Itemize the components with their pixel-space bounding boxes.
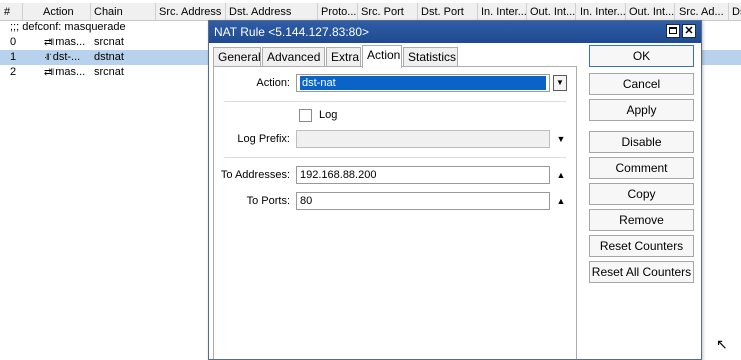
column-header-dst-address-list[interactable]: Ds (728, 3, 741, 21)
row-number: 2 (10, 66, 17, 78)
to-ports-input[interactable]: 80 (296, 192, 550, 210)
maximize-icon[interactable] (666, 24, 680, 38)
dialog-tabs: General Advanced Extra Action Statistics (213, 45, 585, 68)
column-header-number[interactable]: # (0, 3, 23, 21)
rule-comment: ;;; defconf: masquerade (10, 21, 126, 33)
column-header-src-address-list[interactable]: Src. Ad... (675, 3, 729, 21)
log-checkbox[interactable] (299, 109, 312, 122)
row-action: ⇄‖ mas... (44, 66, 86, 78)
tab-statistics[interactable]: Statistics (403, 47, 458, 67)
action-select[interactable]: dst-nat (296, 74, 550, 92)
column-header-action[interactable]: Action (39, 3, 91, 21)
nat-rule-dialog: NAT Rule <5.144.127.83:80> ✕ General Adv… (208, 20, 702, 360)
tab-action[interactable]: Action (362, 45, 402, 68)
row-chain: srcnat (94, 36, 124, 48)
tab-general[interactable]: General (213, 47, 261, 67)
log-prefix-input[interactable] (296, 130, 550, 148)
to-ports-label: To Ports: (246, 195, 290, 207)
reset-counters-button[interactable]: Reset Counters (589, 235, 694, 257)
reset-all-counters-button[interactable]: Reset All Counters (589, 261, 694, 283)
log-label: Log (319, 109, 338, 121)
table-header: # Action Chain Src. Address Dst. Address… (0, 3, 741, 21)
chevron-up-icon[interactable]: ▲ (555, 169, 567, 181)
divider (224, 101, 566, 102)
apply-button[interactable]: Apply (589, 99, 694, 121)
column-header-src-port[interactable]: Src. Port (357, 3, 418, 21)
remove-button[interactable]: Remove (589, 209, 694, 231)
column-header-protocol[interactable]: Proto... (317, 3, 358, 21)
cancel-button[interactable]: Cancel (589, 73, 694, 95)
row-action: ·‖ˈ dst-... (44, 51, 81, 63)
action-value: dst-nat (300, 76, 546, 90)
to-addresses-label: To Addresses: (220, 169, 290, 181)
divider (224, 157, 566, 158)
action-label: Action: (256, 77, 290, 89)
tab-extra[interactable]: Extra (326, 47, 361, 67)
column-header-in-interface-list[interactable]: In. Inter... (576, 3, 626, 21)
ok-button[interactable]: OK (589, 45, 694, 67)
masquerade-icon: ⇄‖ (44, 37, 54, 47)
close-icon[interactable]: ✕ (682, 24, 696, 38)
chevron-down-icon[interactable]: ▼ (555, 133, 567, 145)
comment-button[interactable]: Comment (589, 157, 694, 179)
dialog-title: NAT Rule <5.144.127.83:80> (214, 25, 370, 39)
column-header-dst-address[interactable]: Dst. Address (225, 3, 318, 21)
disable-button[interactable]: Disable (589, 131, 694, 153)
column-header-src-address[interactable]: Src. Address (155, 3, 226, 21)
column-header-in-interface[interactable]: In. Inter... (477, 3, 527, 21)
chevron-up-icon[interactable]: ▲ (555, 195, 567, 207)
dst-nat-icon: ·‖ˈ (44, 52, 52, 62)
row-number: 0 (10, 36, 17, 48)
row-number: 1 (10, 51, 17, 63)
column-header-chain[interactable]: Chain (90, 3, 156, 21)
action-tab-panel: Action: dst-nat ▼ Log Log Prefix: ▼ To A… (213, 67, 577, 359)
tab-advanced[interactable]: Advanced (262, 47, 325, 67)
row-chain: dstnat (94, 51, 124, 63)
log-prefix-label: Log Prefix: (237, 133, 290, 145)
masquerade-icon: ⇄‖ (44, 67, 54, 77)
chevron-down-icon[interactable]: ▼ (553, 75, 567, 91)
column-header-out-interface[interactable]: Out. Int... (526, 3, 576, 21)
column-header-out-interface-list[interactable]: Out. Int... (625, 3, 675, 21)
copy-button[interactable]: Copy (589, 183, 694, 205)
row-chain: srcnat (94, 66, 124, 78)
to-addresses-input[interactable]: 192.168.88.200 (296, 166, 550, 184)
row-action: ⇄‖ mas... (44, 36, 86, 48)
column-header-dst-port[interactable]: Dst. Port (417, 3, 478, 21)
dialog-titlebar[interactable]: NAT Rule <5.144.127.83:80> ✕ (209, 21, 701, 43)
